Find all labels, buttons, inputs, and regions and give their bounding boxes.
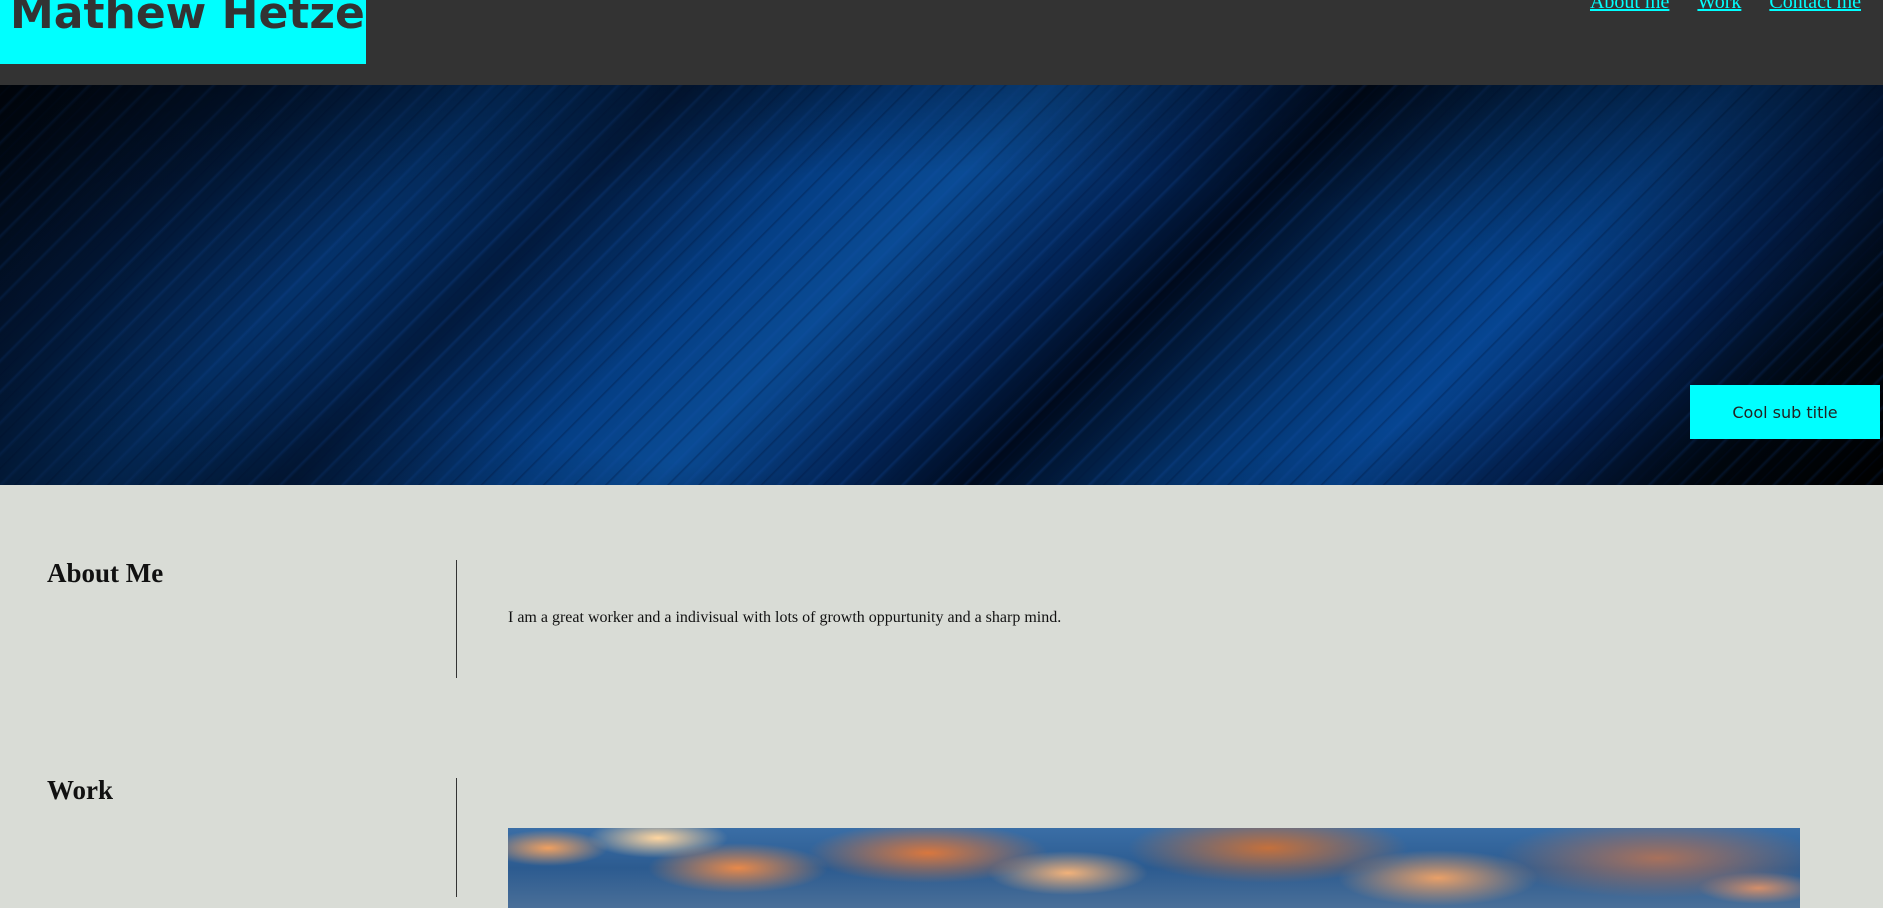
work-divider xyxy=(456,778,457,897)
about-text: I am a great worker and a indivisual wit… xyxy=(508,609,1062,626)
site-header: Mathew Hetzel About me Work Contact me xyxy=(0,0,1883,85)
nav-link-about-me[interactable]: About me xyxy=(1590,0,1669,14)
about-heading: About Me xyxy=(47,558,164,588)
work-section: Work xyxy=(0,685,1883,908)
site-title[interactable]: Mathew Hetzel xyxy=(10,0,366,42)
nav-link-contact-me[interactable]: Contact me xyxy=(1769,0,1861,14)
work-heading: Work xyxy=(47,775,114,805)
logo[interactable]: Mathew Hetzel xyxy=(0,0,366,64)
work-image-sunset-clouds[interactable] xyxy=(508,828,1800,908)
hero-banner: Cool sub title xyxy=(0,85,1883,485)
main-nav: About me Work Contact me xyxy=(1590,0,1861,14)
about-section: About Me I am a great worker and a indiv… xyxy=(0,485,1883,685)
about-divider xyxy=(456,560,457,678)
hero-subtitle: Cool sub title xyxy=(1690,385,1880,439)
nav-link-work[interactable]: Work xyxy=(1697,0,1741,14)
